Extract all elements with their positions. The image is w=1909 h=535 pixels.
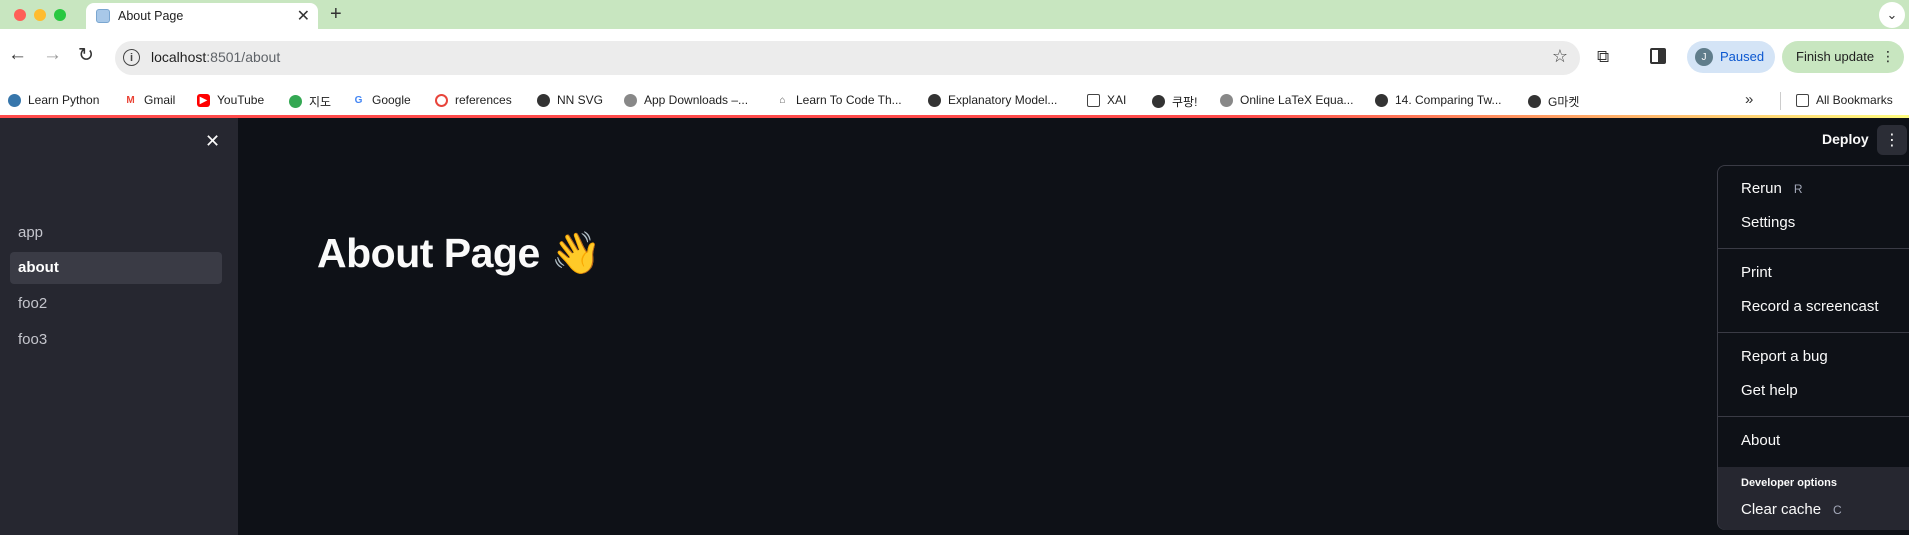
shortcut-key: C bbox=[1833, 503, 1842, 517]
sidebar: ✕ app about foo2 foo3 bbox=[0, 118, 238, 535]
ring-icon bbox=[435, 93, 448, 107]
gmail-icon: M bbox=[126, 94, 135, 106]
menu-item-print[interactable]: Print bbox=[1741, 264, 1772, 281]
menu-item-get-help[interactable]: Get help bbox=[1741, 382, 1798, 399]
more-bookmarks-icon[interactable]: » bbox=[1745, 91, 1753, 108]
menu-item-about[interactable]: About bbox=[1741, 432, 1780, 449]
cap-icon: ⌂ bbox=[779, 94, 786, 106]
bookmark-app-downloads[interactable]: App Downloads –... bbox=[624, 93, 748, 107]
profile-button[interactable]: J Paused bbox=[1687, 41, 1775, 73]
avatar: J bbox=[1695, 48, 1713, 66]
google-icon: G bbox=[352, 93, 365, 107]
new-tab-icon[interactable]: + bbox=[330, 3, 342, 26]
sidebar-item-foo2[interactable]: foo2 bbox=[10, 288, 222, 320]
bookmark-maps[interactable]: 지도 bbox=[289, 93, 331, 110]
bookmarks-bar: Learn Python M Gmail ▶ YouTube 지도 G Google … bbox=[0, 87, 1909, 115]
minimize-window-button[interactable] bbox=[34, 9, 46, 21]
main-menu-icon[interactable]: ⋮ bbox=[1877, 125, 1907, 155]
bookmark-xai[interactable]: XAI bbox=[1087, 93, 1126, 107]
tab-strip: About Page ✕ + ⌄ bbox=[0, 0, 1909, 29]
side-panel-icon[interactable] bbox=[1650, 48, 1666, 64]
forward-arrow-icon[interactable]: → bbox=[43, 44, 62, 66]
globe-icon bbox=[1528, 95, 1541, 108]
back-arrow-icon[interactable]: ← bbox=[8, 44, 27, 66]
menu-divider bbox=[1718, 248, 1909, 249]
sidebar-item-app[interactable]: app bbox=[10, 217, 222, 249]
bookmark-references[interactable]: references bbox=[435, 93, 512, 107]
sidebar-item-about[interactable]: about bbox=[10, 252, 222, 284]
menu-item-clear-cache[interactable]: Clear cache C bbox=[1741, 501, 1842, 518]
bookmark-learn-python[interactable]: Learn Python bbox=[8, 93, 99, 107]
tab-title: About Page bbox=[118, 9, 184, 23]
maps-icon bbox=[289, 95, 302, 108]
bookmark-explanatory-model[interactable]: Explanatory Model... bbox=[928, 93, 1057, 107]
sidebar-item-foo3[interactable]: foo3 bbox=[10, 324, 222, 356]
developer-options-title: Developer options bbox=[1741, 477, 1837, 489]
bookmarks-divider bbox=[1780, 92, 1781, 110]
extensions-icon[interactable]: ⧉ bbox=[1597, 47, 1609, 67]
folder-icon bbox=[1087, 93, 1100, 107]
bookmark-coupang[interactable]: 쿠팡! bbox=[1152, 93, 1197, 110]
gear-icon bbox=[1220, 93, 1233, 107]
all-bookmarks-button[interactable]: All Bookmarks bbox=[1796, 93, 1893, 107]
bookmark-star-icon[interactable]: ☆ bbox=[1552, 46, 1568, 67]
bookmark-youtube[interactable]: ▶ YouTube bbox=[197, 93, 264, 107]
menu-item-report-bug[interactable]: Report a bug bbox=[1741, 348, 1828, 365]
deploy-button[interactable]: Deploy bbox=[1822, 131, 1869, 147]
more-options-icon: ⋮ bbox=[1881, 48, 1895, 64]
page-title: About Page 👋 bbox=[317, 230, 602, 276]
menu-item-rerun[interactable]: Rerun R bbox=[1741, 180, 1803, 197]
site-info-icon[interactable]: i bbox=[123, 49, 140, 66]
developer-options-section: Developer options Clear cache C bbox=[1718, 467, 1909, 530]
bookmark-learn-to-code[interactable]: ⌂ Learn To Code Th... bbox=[776, 93, 901, 107]
bookmark-online-latex[interactable]: Online LaTeX Equa... bbox=[1220, 93, 1353, 107]
gear-icon bbox=[624, 93, 637, 107]
globe-icon bbox=[1375, 93, 1388, 107]
close-tab-icon[interactable]: ✕ bbox=[297, 6, 310, 26]
bookmark-comparing[interactable]: 14. Comparing Tw... bbox=[1375, 93, 1502, 107]
globe-icon bbox=[537, 93, 550, 107]
globe-icon bbox=[1152, 95, 1165, 108]
main-content bbox=[238, 118, 1909, 535]
menu-item-record-screencast[interactable]: Record a screencast bbox=[1741, 298, 1879, 315]
bookmark-gmail[interactable]: M Gmail bbox=[124, 93, 175, 107]
globe-icon bbox=[928, 93, 941, 107]
main-menu: Rerun R Settings Print Record a screencas… bbox=[1717, 165, 1909, 530]
bookmark-gmarket[interactable]: G마켓 bbox=[1528, 93, 1579, 110]
maximize-window-button[interactable] bbox=[54, 9, 66, 21]
bookmark-google[interactable]: G Google bbox=[352, 93, 411, 107]
finish-update-button[interactable]: Finish update ⋮ bbox=[1782, 41, 1904, 73]
menu-item-settings[interactable]: Settings bbox=[1741, 214, 1795, 231]
menu-divider bbox=[1718, 332, 1909, 333]
reload-icon[interactable]: ↻ bbox=[78, 44, 94, 67]
page-icon bbox=[96, 9, 110, 23]
bookmark-nn-svg[interactable]: NN SVG bbox=[537, 93, 603, 107]
close-window-button[interactable] bbox=[14, 9, 26, 21]
tab-about-page[interactable]: About Page ✕ bbox=[86, 3, 318, 29]
profile-status: Paused bbox=[1720, 49, 1765, 64]
address-bar[interactable]: i localhost:8501/about ☆ bbox=[115, 41, 1580, 75]
folder-icon bbox=[1796, 93, 1809, 107]
browser-toolbar: ← → ↻ i localhost:8501/about ☆ ⧉ J Pause… bbox=[0, 29, 1909, 87]
url-text[interactable]: localhost:8501/about bbox=[151, 49, 280, 65]
python-icon bbox=[8, 93, 21, 107]
close-sidebar-icon[interactable]: ✕ bbox=[205, 131, 220, 152]
youtube-icon: ▶ bbox=[197, 93, 210, 107]
shortcut-key: R bbox=[1793, 182, 1803, 196]
menu-divider bbox=[1718, 416, 1909, 417]
tab-search-icon[interactable]: ⌄ bbox=[1879, 2, 1905, 28]
